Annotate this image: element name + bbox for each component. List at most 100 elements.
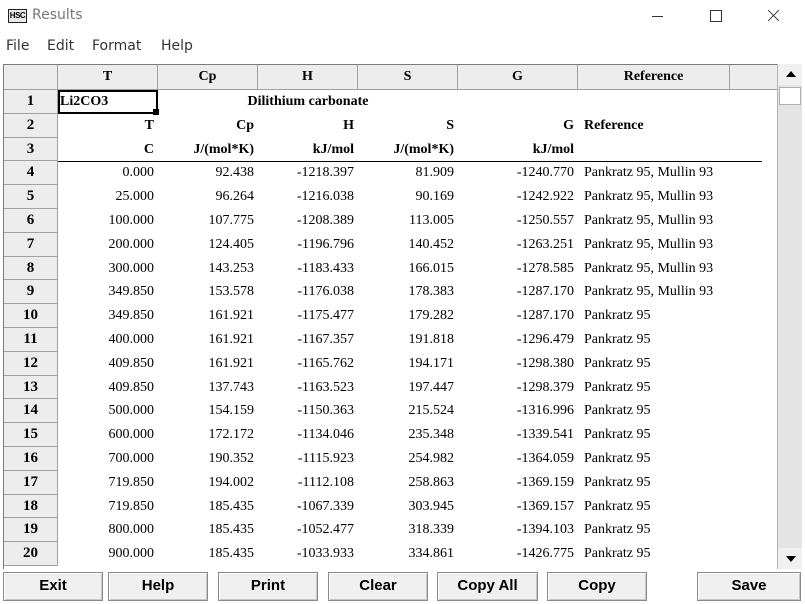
table-cell[interactable]: 215.524 [358,399,458,423]
row-header[interactable]: 10 [4,304,58,328]
row-header[interactable]: 1 [4,90,58,114]
table-cell[interactable]: Pankratz 95, Mullin 93 [578,233,730,257]
table-cell[interactable]: 600.000 [58,423,158,447]
table-cell[interactable]: 303.945 [358,495,458,519]
table-cell[interactable]: Pankratz 95 [578,376,730,400]
table-cell[interactable]: -1167.357 [258,328,358,352]
table-cell[interactable]: -1394.103 [458,518,578,542]
table-cell[interactable]: 318.339 [358,518,458,542]
row-header[interactable]: 12 [4,351,58,376]
table-cell[interactable]: 185.435 [158,495,258,519]
table-cell[interactable]: -1339.541 [458,423,578,447]
close-icon[interactable] [750,0,796,32]
table-cell[interactable]: -1165.762 [258,352,358,376]
table-cell[interactable]: 166.015 [358,257,458,281]
table-cell[interactable]: 140.452 [358,233,458,257]
table-cell[interactable]: -1175.477 [258,304,358,328]
table-cell[interactable]: Pankratz 95 [578,542,730,566]
table-cell[interactable]: 190.352 [158,447,258,471]
table-cell[interactable]: 185.435 [158,542,258,566]
table-cell[interactable]: 334.861 [358,542,458,566]
table-cell[interactable]: 0.000 [58,161,158,185]
table-cell[interactable]: 194.171 [358,352,458,376]
table-cell[interactable]: -1369.157 [458,495,578,519]
table-cell[interactable]: Pankratz 95 [578,328,730,352]
table-cell[interactable]: -1183.433 [258,257,358,281]
row-header[interactable]: 17 [4,470,58,495]
row-header[interactable]: 6 [4,209,58,233]
table-cell[interactable]: 90.169 [358,185,458,209]
table-cell[interactable]: -1287.170 [458,304,578,328]
menu-help[interactable]: Help [161,38,193,54]
unit-header-cell[interactable]: J/(mol*K) [358,138,458,162]
table-cell[interactable]: 153.578 [158,280,258,304]
column-header-empty[interactable] [730,65,780,90]
table-cell[interactable]: 500.000 [58,399,158,423]
unit-header-cell[interactable]: kJ/mol [458,138,578,162]
clear-button[interactable]: Clear [328,572,428,601]
copy-button[interactable]: Copy [547,572,647,601]
maximize-icon[interactable] [692,0,738,32]
unit-header-cell[interactable]: H [258,114,358,138]
row-header[interactable]: 3 [4,137,58,162]
column-header-cp[interactable]: Cp [158,65,258,90]
table-cell[interactable]: 191.818 [358,328,458,352]
copy-all-button[interactable]: Copy All [437,572,538,601]
column-header-h[interactable]: H [258,65,358,90]
table-cell[interactable]: -1112.108 [258,471,358,495]
results-grid[interactable]: T Cp H S G Reference 1 Li2CO3 Dilithium carbonat… [3,64,802,569]
help-button[interactable]: Help [108,572,208,601]
table-cell[interactable]: 113.005 [358,209,458,233]
table-cell[interactable]: 143.253 [158,257,258,281]
menu-file[interactable]: File [6,38,29,54]
row-header[interactable]: 9 [4,280,58,305]
table-cell[interactable]: -1216.038 [258,185,358,209]
row-header[interactable]: 15 [4,423,58,447]
grid-corner[interactable] [4,65,58,90]
table-cell[interactable]: -1218.397 [258,161,358,185]
table-cell[interactable]: Pankratz 95, Mullin 93 [578,209,730,233]
table-cell[interactable]: 258.863 [358,471,458,495]
table-cell[interactable]: 161.921 [158,304,258,328]
table-cell[interactable]: 197.447 [358,376,458,400]
species-name-cell[interactable]: Dilithium carbonate [158,90,458,114]
menu-format[interactable]: Format [92,38,141,54]
table-cell[interactable]: 137.743 [158,376,258,400]
table-cell[interactable]: Pankratz 95, Mullin 93 [578,185,730,209]
table-cell[interactable]: 409.850 [58,376,158,400]
table-cell[interactable]: -1426.775 [458,542,578,566]
table-cell[interactable]: Pankratz 95, Mullin 93 [578,257,730,281]
row-header[interactable]: 11 [4,328,58,352]
table-cell[interactable]: 172.172 [158,423,258,447]
save-button[interactable]: Save [697,572,801,601]
menu-edit[interactable]: Edit [47,38,74,54]
table-cell[interactable]: -1176.038 [258,280,358,304]
table-cell[interactable]: Pankratz 95 [578,304,730,328]
table-cell[interactable]: 719.850 [58,495,158,519]
table-cell[interactable]: 96.264 [158,185,258,209]
unit-header-cell[interactable]: C [58,138,158,162]
table-cell[interactable]: 194.002 [158,471,258,495]
scroll-thumb[interactable] [779,87,801,105]
table-cell[interactable]: -1296.479 [458,328,578,352]
table-cell[interactable]: 124.405 [158,233,258,257]
vertical-scrollbar[interactable] [777,64,802,569]
row-header[interactable]: 13 [4,375,58,400]
row-header[interactable]: 14 [4,399,58,424]
table-cell[interactable]: Pankratz 95 [578,495,730,519]
table-cell[interactable]: 161.921 [158,352,258,376]
table-cell[interactable]: -1150.363 [258,399,358,423]
table-cell[interactable]: 161.921 [158,328,258,352]
row-header[interactable]: 7 [4,232,58,257]
column-header-s[interactable]: S [358,65,458,90]
table-cell[interactable]: 254.982 [358,447,458,471]
table-cell[interactable]: 92.438 [158,161,258,185]
table-cell[interactable]: 200.000 [58,233,158,257]
table-cell[interactable]: Pankratz 95 [578,352,730,376]
table-cell[interactable]: 154.159 [158,399,258,423]
column-header-g[interactable]: G [458,65,578,90]
table-cell[interactable]: Pankratz 95 [578,423,730,447]
table-cell[interactable]: -1369.159 [458,471,578,495]
unit-header-cell[interactable]: Cp [158,114,258,138]
table-cell[interactable]: -1364.059 [458,447,578,471]
